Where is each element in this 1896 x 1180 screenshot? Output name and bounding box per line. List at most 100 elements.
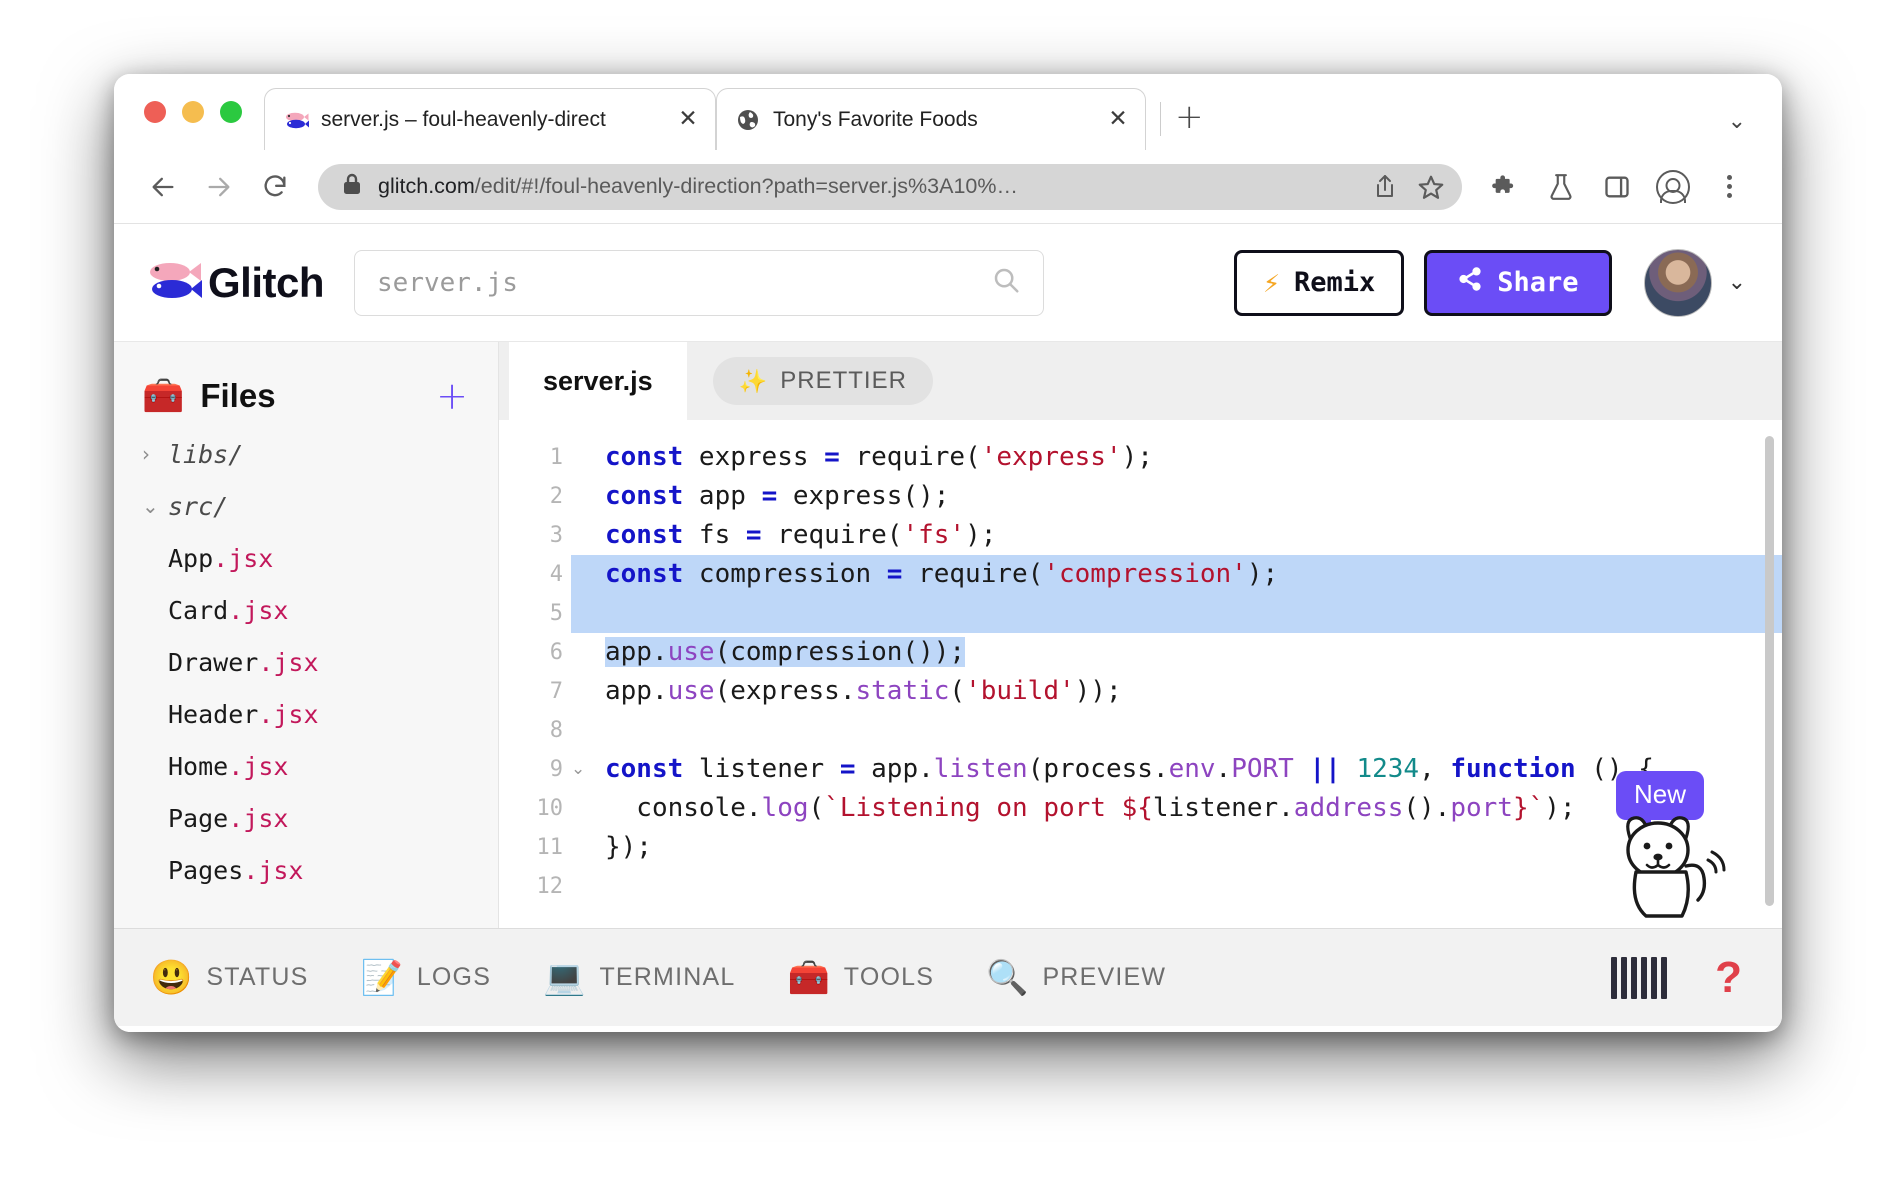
files-header: 🧰 Files +	[114, 364, 498, 428]
code-line[interactable]: 5	[499, 594, 1782, 633]
file-label: Card.jsx	[168, 595, 289, 625]
magnifier-icon: 🔍	[986, 958, 1029, 997]
tab-divider	[1160, 102, 1161, 136]
prettier-label: PRETTIER	[780, 367, 907, 394]
labs-flask-icon[interactable]	[1538, 164, 1584, 210]
code-line[interactable]: 4 const compression = require('compressi…	[499, 555, 1782, 594]
line-number: 10	[536, 796, 564, 821]
code-line[interactable]: 11 });	[499, 828, 1782, 867]
dog-mascot-icon[interactable]	[1608, 804, 1728, 924]
code-line[interactable]: 10 console.log(`Listening on port ${list…	[499, 789, 1782, 828]
sidebar-file-card-jsx[interactable]: Card.jsx	[114, 584, 498, 636]
close-icon[interactable]: ✕	[1105, 108, 1131, 131]
url-domain: glitch.com	[378, 174, 475, 198]
smiley-face-icon: 😃	[150, 958, 193, 997]
sidebar-folder-src[interactable]: ⌄ src/	[114, 480, 498, 532]
folder-label: libs/	[168, 439, 244, 469]
maximize-window-button[interactable]	[220, 101, 242, 123]
screenshot-root: server.js – foul-heavenly-direct ✕ Tony'…	[0, 0, 1896, 1180]
file-label: Home.jsx	[168, 751, 289, 781]
chevron-down-icon[interactable]: ⌄	[1728, 270, 1746, 295]
search-icon[interactable]	[991, 265, 1021, 300]
globe-icon	[735, 109, 761, 131]
code-line[interactable]: 8	[499, 711, 1782, 750]
code-line[interactable]: 3 const fs = require('fs');	[499, 516, 1782, 555]
url-path: /edit/#!/foul-heavenly-direction?path=se…	[474, 174, 1018, 198]
chevron-down-icon[interactable]: ⌄	[1728, 109, 1746, 134]
code-line[interactable]: 1 const express = require('express');	[499, 438, 1782, 477]
question-mark-icon[interactable]: ?	[1715, 955, 1742, 1000]
search-input[interactable]: server.js	[354, 249, 1045, 316]
glitch-logo[interactable]: Glitch	[144, 256, 325, 309]
code-line[interactable]: 6 app.use(compression());	[499, 633, 1782, 672]
code-content[interactable]: 1 const express = require('express'); 2 …	[499, 420, 1782, 928]
star-icon[interactable]	[1408, 164, 1454, 210]
sidebar-file-pages-jsx[interactable]: Pages.jsx	[114, 844, 498, 896]
editor-tab-label: server.js	[543, 365, 653, 396]
status-button[interactable]: 😃 STATUS	[150, 961, 308, 995]
side-panel-icon[interactable]	[1594, 164, 1640, 210]
tools-button[interactable]: 🧰 TOOLS	[787, 961, 934, 995]
address-bar[interactable]: glitch.com/edit/#!/foul-heavenly-directi…	[318, 163, 1462, 210]
add-file-button[interactable]: +	[436, 377, 468, 415]
preview-button[interactable]: 🔍 PREVIEW	[986, 961, 1166, 995]
code-line[interactable]: 7 app.use(express.static('build'));	[499, 672, 1782, 711]
file-label: Header.jsx	[168, 699, 319, 729]
sidebar-file-page-jsx[interactable]: Page.jsx	[114, 792, 498, 844]
browser-tabstrip: server.js – foul-heavenly-direct ✕ Tony'…	[114, 74, 1782, 150]
code-line[interactable]: 12	[499, 867, 1782, 906]
back-arrow-icon[interactable]	[140, 164, 186, 210]
code-line-text: });	[605, 832, 652, 862]
toolbox-icon: 🧰	[142, 377, 185, 415]
avatar[interactable]	[1643, 248, 1712, 317]
prettier-button[interactable]: ✨ PRETTIER	[712, 357, 933, 405]
code-line-text: const express = require('express');	[605, 442, 1153, 472]
minimize-window-button[interactable]	[182, 101, 204, 123]
line-number: 3	[549, 523, 563, 548]
memo-pencil-icon: 📝	[360, 958, 403, 997]
remix-button[interactable]: ⚡ Remix	[1234, 249, 1405, 316]
code-line[interactable]: 2 const app = express();	[499, 477, 1782, 516]
glitch-app-header: Glitch server.js ⚡ Remix Share ⌄	[114, 224, 1782, 342]
code-line-text: console.log(`Listening on port ${listene…	[605, 793, 1576, 823]
share-button-label: Share	[1497, 267, 1579, 298]
new-tab-button[interactable]: +	[1175, 100, 1204, 134]
logs-button[interactable]: 📝 LOGS	[360, 961, 491, 995]
extensions-puzzle-icon[interactable]	[1482, 164, 1528, 210]
sidebar-file-header-jsx[interactable]: Header.jsx	[114, 688, 498, 740]
share-button[interactable]: Share	[1424, 249, 1612, 316]
preview-label: PREVIEW	[1042, 963, 1167, 991]
window-traffic-lights	[136, 74, 264, 150]
bottom-toolbar: 😃 STATUS 📝 LOGS 💻 TERMINAL 🧰 TOOLS 🔍 PRE…	[114, 928, 1782, 1026]
browser-tab-server-js[interactable]: server.js – foul-heavenly-direct ✕	[264, 88, 716, 150]
code-line[interactable]: 9 ⌄ const listener = app.listen(process.…	[499, 750, 1782, 789]
code-line-text: const fs = require('fs');	[605, 520, 997, 550]
sidebar-file-drawer-jsx[interactable]: Drawer.jsx	[114, 636, 498, 688]
fold-toggle[interactable]: ⌄	[571, 750, 593, 789]
reload-icon[interactable]	[252, 164, 298, 210]
piano-keys-icon[interactable]	[1611, 956, 1671, 999]
code-editor-pane: server.js ✨ PRETTIER 1 const express = r…	[499, 342, 1782, 928]
code-line-text: const compression = require('compression…	[605, 559, 1279, 589]
terminal-button[interactable]: 💻 TERMINAL	[543, 961, 735, 995]
file-label: Page.jsx	[168, 803, 289, 833]
line-number: 11	[536, 835, 564, 860]
sidebar-file-home-jsx[interactable]: Home.jsx	[114, 740, 498, 792]
kebab-menu-icon[interactable]	[1706, 164, 1752, 210]
sidebar-file-app-jsx[interactable]: App.jsx	[114, 532, 498, 584]
close-window-button[interactable]	[144, 101, 166, 123]
forward-arrow-icon[interactable]	[196, 164, 242, 210]
share-upload-icon[interactable]	[1362, 164, 1408, 210]
tools-label: TOOLS	[843, 963, 935, 991]
profile-avatar-icon[interactable]	[1650, 164, 1696, 210]
line-number: 8	[549, 718, 563, 743]
close-icon[interactable]: ✕	[675, 108, 701, 131]
lock-icon[interactable]	[342, 172, 362, 201]
browser-tab-tonys-favorite-foods[interactable]: Tony's Favorite Foods ✕	[716, 88, 1146, 150]
editor-tab-server-js[interactable]: server.js	[509, 342, 687, 420]
folder-label: src/	[168, 491, 229, 521]
sidebar-folder-libs[interactable]: › libs/	[114, 428, 498, 480]
editor-scrollbar[interactable]	[1765, 436, 1774, 906]
terminal-label: TERMINAL	[599, 963, 736, 991]
